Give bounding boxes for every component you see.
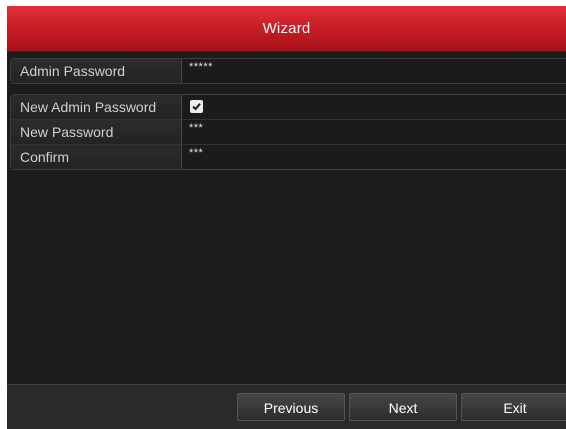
button-bar: Previous Next Exit (7, 384, 566, 429)
new-password-value: *** (189, 122, 204, 134)
next-button[interactable]: Next (349, 393, 457, 421)
confirm-password-value: *** (189, 147, 204, 159)
window-title: Wizard (262, 20, 311, 37)
checkmark-icon (192, 103, 201, 111)
new-password-group: New Admin Password New Password *** Conf… (10, 94, 566, 170)
confirm-row: Confirm *** (11, 145, 566, 169)
confirm-password-input[interactable]: *** (183, 145, 566, 169)
exit-button[interactable]: Exit (461, 393, 566, 421)
admin-password-group: Admin Password ***** (10, 58, 566, 84)
new-password-input[interactable]: *** (183, 120, 566, 144)
new-password-row: New Password *** (11, 120, 566, 145)
wizard-dialog: Wizard Admin Password ***** New Admin Pa… (7, 6, 566, 429)
title-bar: Wizard (7, 6, 566, 52)
new-admin-password-label: New Admin Password (11, 95, 182, 119)
new-password-label: New Password (11, 120, 182, 144)
new-admin-password-checkbox[interactable] (190, 100, 203, 113)
new-admin-password-field (183, 95, 566, 119)
new-admin-password-row: New Admin Password (11, 95, 566, 120)
admin-password-label: Admin Password (11, 59, 182, 83)
admin-password-row: Admin Password ***** (11, 59, 566, 83)
wizard-body: Admin Password ***** New Admin Password (7, 52, 566, 383)
previous-button[interactable]: Previous (237, 393, 345, 421)
confirm-label: Confirm (11, 145, 182, 169)
admin-password-input[interactable]: ***** (183, 59, 566, 83)
admin-password-value: ***** (189, 61, 213, 73)
